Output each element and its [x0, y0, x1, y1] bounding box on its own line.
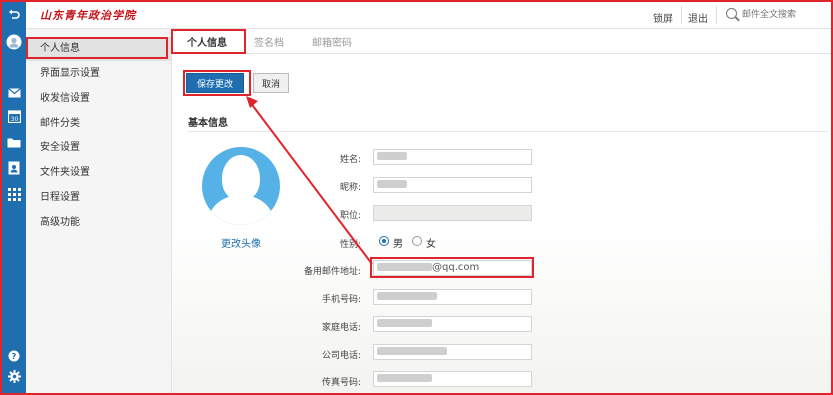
gender-female-label: 女 — [426, 239, 436, 250]
fax-field[interactable] — [373, 371, 532, 387]
app-icon-rail: 30 ? — [2, 2, 26, 393]
sidebar-item-folders[interactable]: 文件夹设置 — [26, 161, 172, 185]
sidebar-item-security[interactable]: 安全设置 — [26, 136, 172, 160]
header-divider — [681, 6, 682, 24]
lock-screen-link[interactable]: 锁屏 — [653, 10, 673, 25]
apps-grid-icon[interactable] — [6, 186, 22, 202]
tab-mailbox-password[interactable]: 邮箱密码 — [312, 34, 352, 49]
sidebar-item-advanced[interactable]: 高级功能 — [26, 211, 172, 235]
home-phone-field[interactable] — [373, 316, 532, 332]
sidebar-item-display-settings[interactable]: 界面显示设置 — [26, 62, 172, 86]
search-icon[interactable] — [726, 8, 737, 19]
basic-info-heading: 基本信息 — [188, 118, 228, 129]
sidebar-item-personal-info[interactable]: 个人信息 — [26, 37, 172, 61]
gender-female-radio[interactable] — [412, 236, 422, 246]
nickname-field[interactable] — [373, 177, 532, 193]
position-field — [373, 205, 532, 221]
back-icon[interactable] — [6, 6, 22, 22]
svg-text:30: 30 — [10, 116, 18, 123]
help-icon[interactable]: ? — [6, 348, 22, 364]
name-label: 姓名: — [339, 155, 361, 165]
backup-email-suffix: @qq.com — [432, 262, 480, 273]
position-label: 职位: — [339, 211, 361, 221]
tab-personal-info[interactable]: 个人信息 — [187, 34, 227, 49]
header-divider — [716, 6, 717, 24]
top-header: 山东青年政治学院 锁屏 退出 — [26, 2, 831, 29]
mail-search[interactable] — [726, 8, 830, 24]
screenshot-frame: 30 ? 山东青年政治学院 锁屏 退出 个人信息 界面显示设置 收 — [0, 0, 833, 395]
nickname-label: 昵称: — [339, 183, 361, 193]
mobile-field[interactable] — [373, 289, 532, 305]
office-phone-label: 公司电话: — [321, 351, 361, 361]
sidebar-item-send-receive[interactable]: 收发信设置 — [26, 87, 172, 111]
contacts-icon[interactable] — [6, 160, 22, 176]
folder-icon[interactable] — [6, 134, 22, 150]
settings-gear-icon[interactable] — [6, 368, 22, 384]
name-field[interactable] — [373, 149, 532, 165]
user-avatar-icon[interactable] — [6, 34, 22, 50]
sidebar-item-calendar[interactable]: 日程设置 — [26, 186, 172, 210]
settings-sidebar: 个人信息 界面显示设置 收发信设置 邮件分类 安全设置 文件夹设置 日程设置 高… — [26, 29, 172, 393]
svg-text:?: ? — [12, 352, 17, 361]
sidebar-item-mail-categories[interactable]: 邮件分类 — [26, 112, 172, 136]
office-phone-field[interactable] — [373, 344, 532, 360]
gender-male-label: 男 — [393, 239, 403, 250]
section-divider — [188, 131, 828, 132]
backup-email-field[interactable]: @qq.com — [373, 260, 532, 276]
logout-link[interactable]: 退出 — [688, 10, 708, 25]
save-changes-button[interactable]: 保存更改 — [186, 73, 244, 93]
fax-label: 传真号码: — [321, 378, 361, 388]
gender-label: 性别: — [339, 240, 361, 250]
tab-signature[interactable]: 签名档 — [254, 34, 284, 49]
school-logo: 山东青年政治学院 — [40, 9, 136, 22]
backup-email-label: 备用邮件地址: — [303, 267, 361, 277]
gender-male-radio[interactable] — [379, 236, 389, 246]
cancel-button[interactable]: 取消 — [253, 73, 289, 93]
home-phone-label: 家庭电话: — [321, 323, 361, 333]
mobile-label: 手机号码: — [321, 295, 361, 305]
settings-tabs: 个人信息 签名档 邮箱密码 — [172, 29, 831, 54]
mail-icon[interactable] — [6, 85, 22, 101]
calendar-icon[interactable]: 30 — [6, 108, 22, 124]
search-input[interactable] — [742, 8, 830, 22]
